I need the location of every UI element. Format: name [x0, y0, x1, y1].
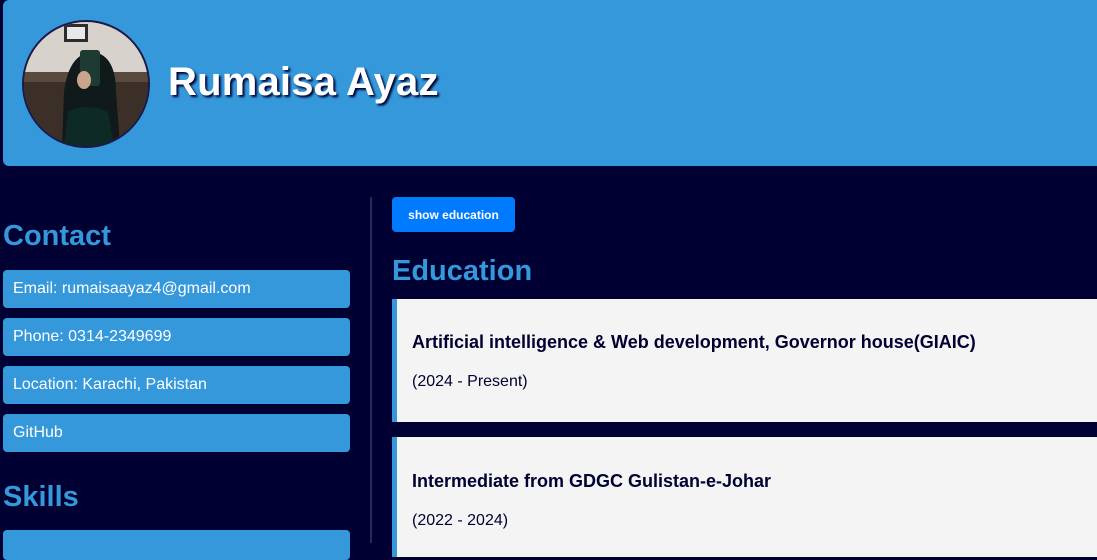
education-entry: Artificial intelligence & Web developmen… — [392, 299, 1097, 422]
education-years: (2022 - 2024) — [412, 512, 509, 529]
skill-item — [3, 530, 350, 560]
column-divider — [370, 197, 372, 543]
education-degree: Intermediate from GDGC Gulistan-e-Johar — [412, 471, 772, 491]
education-heading: Education — [392, 255, 533, 287]
contact-location[interactable]: Location: Karachi, Pakistan — [3, 366, 350, 404]
profile-name: Rumaisa Ayaz — [168, 60, 439, 104]
education-years: (2024 - Present) — [412, 373, 528, 390]
show-education-button[interactable]: show education — [392, 197, 515, 232]
education-entry: Intermediate from GDGC Gulistan-e-Johar … — [392, 437, 1097, 557]
avatar — [22, 20, 150, 148]
education-degree: Artificial intelligence & Web developmen… — [412, 332, 976, 352]
profile-photo — [24, 22, 148, 146]
contact-github-link[interactable]: GitHub — [3, 414, 350, 452]
contact-heading: Contact — [3, 220, 111, 252]
skills-heading: Skills — [3, 481, 79, 513]
contact-email[interactable]: Email: rumaisaayaz4@gmail.com — [3, 270, 350, 308]
contact-phone[interactable]: Phone: 0314-2349699 — [3, 318, 350, 356]
